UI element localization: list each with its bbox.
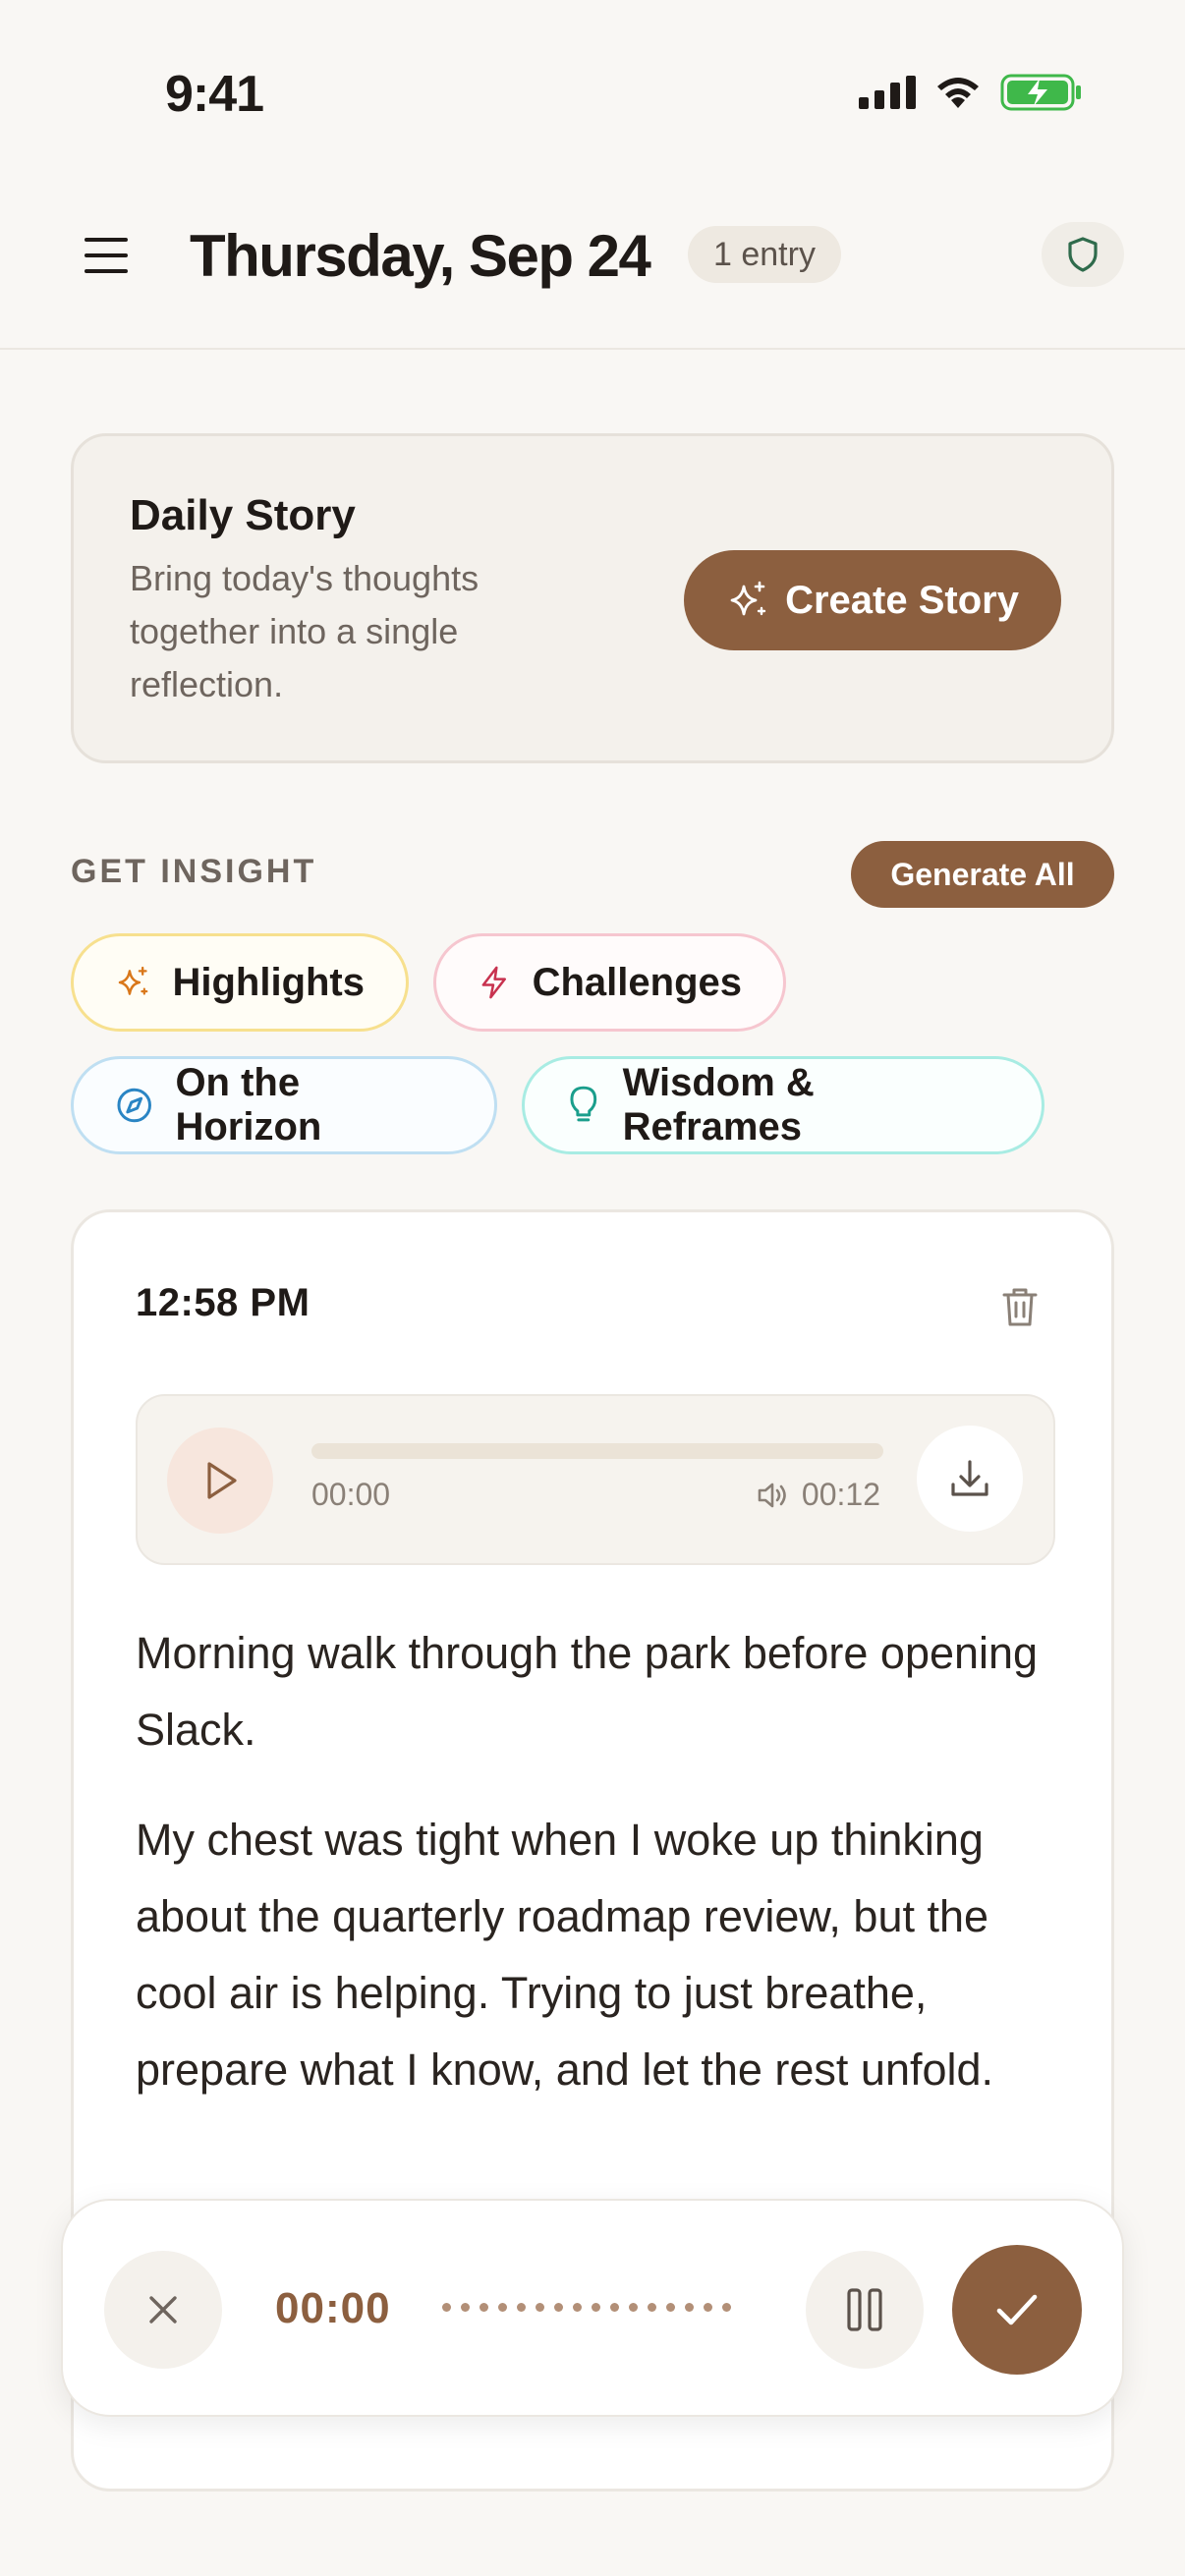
delete-entry-button[interactable] [992,1279,1047,1334]
recording-timer: 00:00 [275,2284,391,2332]
lightning-icon [481,966,506,999]
sparkles-icon [730,581,766,616]
page-title: Thursday, Sep 24 [190,223,651,289]
close-icon [149,2296,177,2324]
chip-label: Highlights [172,960,365,1004]
audio-current-time: 00:00 [311,1477,391,1512]
insight-chip-highlights[interactable]: Highlights [71,933,409,1032]
lightbulb-icon [570,1086,597,1122]
play-button[interactable] [167,1428,273,1534]
status-icons [859,73,1083,112]
insight-chip-wisdom[interactable]: Wisdom & Reframes [522,1056,1044,1154]
entry-count-badge: 1 entry [688,226,841,283]
signal-icon [859,76,916,109]
shield-icon [1068,237,1098,272]
chip-label: Challenges [532,960,742,1004]
header: Thursday, Sep 24 1 entry [0,187,1185,350]
entry-transcript: Morning walk through the park before ope… [136,1615,1059,2142]
daily-story-title: Daily Story [130,491,356,539]
audio-progress-bar[interactable] [311,1443,883,1459]
battery-charging-icon [1000,74,1081,111]
privacy-button[interactable] [1042,222,1124,287]
trash-icon [1002,1288,1038,1326]
audio-player: 00:00 00:12 [136,1394,1055,1565]
create-story-label: Create Story [785,578,1019,622]
chip-label: On the Horizon [175,1061,322,1148]
daily-story-description: Bring today's thoughts together into a s… [130,558,480,704]
audio-duration-text: 00:12 [801,1477,880,1512]
compass-icon [117,1088,151,1123]
insight-chip-horizon[interactable]: On the Horizon [71,1056,497,1154]
menu-icon [85,238,128,273]
generate-all-button[interactable]: Generate All [851,841,1114,908]
menu-button[interactable] [79,228,134,283]
finish-recording-button[interactable] [952,2245,1082,2375]
download-icon [951,1460,988,1496]
audio-duration: 00:12 [757,1477,880,1513]
pause-recording-button[interactable] [806,2251,924,2369]
chip-label: Wisdom & Reframes [622,1061,815,1148]
check-icon [996,2294,1038,2325]
recording-bar: 00:00 [61,2199,1124,2417]
play-icon [207,1462,237,1499]
insight-section-label: GET INSIGHT [71,853,317,890]
create-story-button[interactable]: Create Story [684,550,1061,650]
cancel-recording-button[interactable] [104,2251,222,2369]
daily-story-card: Daily Story Bring today's thoughts toget… [71,433,1114,763]
entry-paragraph: Morning walk through the park before ope… [136,1628,1039,1755]
entry-time: 12:58 PM [136,1281,310,1324]
recording-waveform [442,2303,731,2312]
status-bar: 9:41 [0,0,1185,187]
entry-paragraph: My chest was tight when I woke up thinki… [136,1815,994,2095]
sparkles-icon [118,966,148,995]
pause-icon [847,2288,882,2331]
wifi-icon [937,78,979,108]
insight-chip-challenges[interactable]: Challenges [433,933,786,1032]
status-time: 9:41 [165,66,264,123]
volume-icon [758,1483,786,1507]
download-audio-button[interactable] [917,1426,1023,1532]
